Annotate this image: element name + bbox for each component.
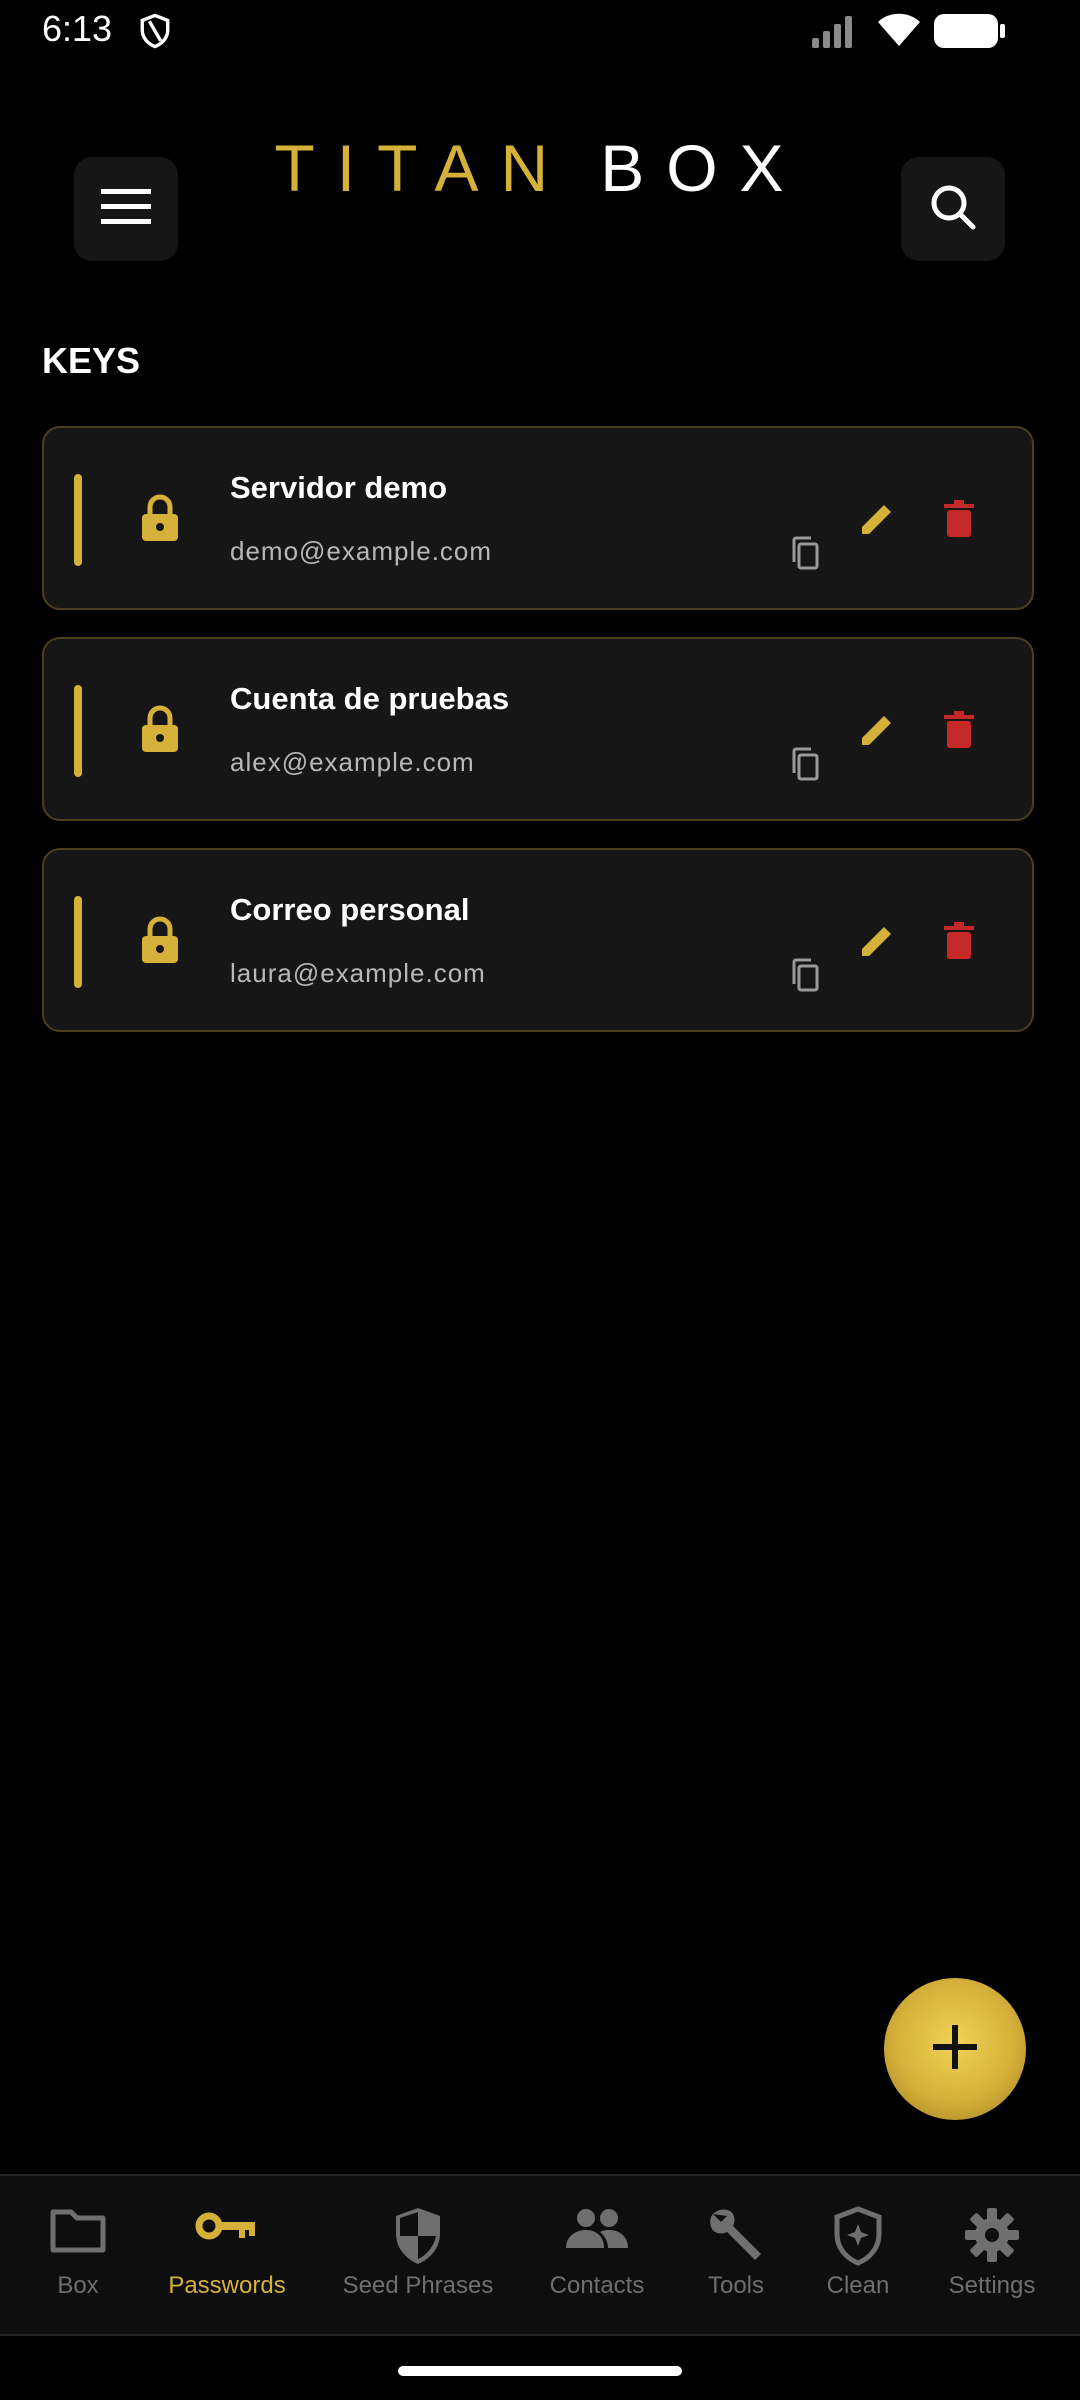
app-logo: TITAN BOX xyxy=(260,130,820,206)
nav-item-passwords[interactable]: Passwords xyxy=(158,2176,296,2336)
signal-icon xyxy=(812,14,862,53)
card-title: Servidor demo xyxy=(230,470,448,505)
password-card[interactable]: Correo personal laura@example.com xyxy=(42,848,1034,1032)
nav-item-box[interactable]: Box xyxy=(20,2176,136,2336)
edit-icon[interactable] xyxy=(858,500,896,543)
nav-item-clean[interactable]: Clean xyxy=(810,2176,906,2336)
shield-half-icon xyxy=(392,2206,444,2271)
password-card[interactable]: Servidor demo demo@example.com xyxy=(42,426,1034,610)
card-email: alex@example.com xyxy=(230,747,475,777)
delete-icon[interactable] xyxy=(944,500,974,543)
nav-label: Passwords xyxy=(168,2272,286,2299)
delete-icon[interactable] xyxy=(944,711,974,754)
card-email: laura@example.com xyxy=(230,958,486,988)
nav-label: Tools xyxy=(707,2272,765,2299)
nav-label: Box xyxy=(57,2272,99,2299)
copy-icon[interactable] xyxy=(790,958,820,997)
nav-label: Seed Phrases xyxy=(342,2272,494,2299)
card-accent-bar xyxy=(74,896,82,988)
bottom-navigation: Box Passwords Seed Phrases Contacts Tool… xyxy=(0,2174,1080,2336)
folder-icon xyxy=(49,2206,107,2259)
edit-icon[interactable] xyxy=(858,711,896,754)
edit-icon[interactable] xyxy=(858,922,896,965)
lock-icon xyxy=(140,705,180,758)
password-card[interactable]: Cuenta de pruebas alex@example.com xyxy=(42,637,1034,821)
lock-icon xyxy=(140,494,180,547)
lock-icon xyxy=(140,916,180,969)
section-title: KEYS xyxy=(42,340,141,381)
copy-icon[interactable] xyxy=(790,536,820,575)
status-bar: 6:13 xyxy=(0,0,1080,62)
card-title: Cuenta de pruebas xyxy=(230,681,510,716)
search-button[interactable] xyxy=(901,157,1005,261)
menu-button[interactable] xyxy=(74,157,178,261)
nav-label: Clean xyxy=(826,2272,890,2299)
shield-star-icon xyxy=(832,2206,884,2271)
people-icon xyxy=(564,2206,630,2255)
battery-icon xyxy=(934,14,1006,53)
copy-icon[interactable] xyxy=(790,747,820,786)
add-password-button[interactable] xyxy=(884,1978,1026,2120)
card-accent-bar xyxy=(74,474,82,566)
logo-secondary: BOX xyxy=(600,131,806,205)
key-icon xyxy=(195,2206,259,2251)
card-email: demo@example.com xyxy=(230,536,493,566)
nav-item-tools[interactable]: Tools xyxy=(688,2176,784,2336)
nav-item-contacts[interactable]: Contacts xyxy=(536,2176,658,2336)
nav-label: Settings xyxy=(948,2272,1036,2299)
nav-label: Contacts xyxy=(549,2272,645,2299)
home-indicator[interactable] xyxy=(398,2366,682,2376)
status-time: 6:13 xyxy=(42,8,113,49)
nav-item-settings[interactable]: Settings xyxy=(936,2176,1048,2336)
wrench-icon xyxy=(707,2206,765,2269)
gear-icon xyxy=(963,2206,1021,2269)
hamburger-icon xyxy=(101,188,151,230)
logo-primary: TITAN xyxy=(274,131,571,205)
card-accent-bar xyxy=(74,685,82,777)
nav-item-seed-phrases[interactable]: Seed Phrases xyxy=(336,2176,500,2336)
plus-icon xyxy=(933,2024,977,2074)
delete-icon[interactable] xyxy=(944,922,974,965)
vpn-shield-icon xyxy=(138,12,172,55)
search-icon xyxy=(928,182,978,237)
card-title: Correo personal xyxy=(230,892,470,927)
wifi-icon xyxy=(876,12,922,53)
